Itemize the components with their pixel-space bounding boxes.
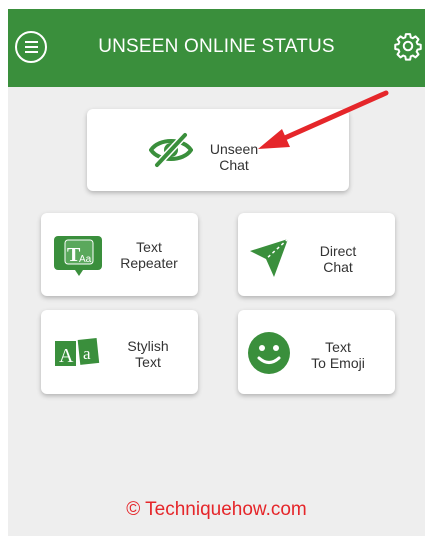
smiley-icon bbox=[248, 332, 290, 374]
direct-chat-card[interactable]: Direct Chat bbox=[238, 213, 395, 296]
svg-text:a: a bbox=[83, 344, 91, 363]
eye-slash-icon bbox=[149, 132, 193, 168]
text-repeater-card[interactable]: T Aa Text Repeater bbox=[41, 213, 198, 296]
stylish-text-icon: A a bbox=[55, 338, 100, 367]
app-title: UNSEEN ONLINE STATUS bbox=[98, 36, 335, 57]
stylish-text-label: Stylish Text bbox=[127, 338, 169, 370]
red-annotation-arrow bbox=[258, 90, 389, 149]
svg-text:A: A bbox=[59, 345, 74, 367]
send-arrow-icon bbox=[250, 238, 289, 277]
text-repeater-icon: T Aa bbox=[54, 236, 102, 276]
direct-chat-label: Direct Chat bbox=[319, 243, 357, 275]
svg-text:Aa: Aa bbox=[79, 254, 92, 265]
app-bar: UNSEEN ONLINE STATUS bbox=[8, 9, 425, 87]
text-to-emoji-card[interactable]: Text To Emoji bbox=[238, 310, 395, 394]
gear-icon[interactable] bbox=[393, 31, 423, 61]
text-repeater-label: Text Repeater bbox=[120, 239, 178, 271]
watermark-text: © Techniquehow.com bbox=[126, 499, 307, 520]
text-to-emoji-label: Text To Emoji bbox=[311, 339, 365, 371]
app-screen: UNSEEN ONLINE STATUS Unseen Chat T Aa Te… bbox=[8, 9, 425, 536]
stylish-text-card[interactable]: A a Stylish Text bbox=[41, 310, 198, 394]
